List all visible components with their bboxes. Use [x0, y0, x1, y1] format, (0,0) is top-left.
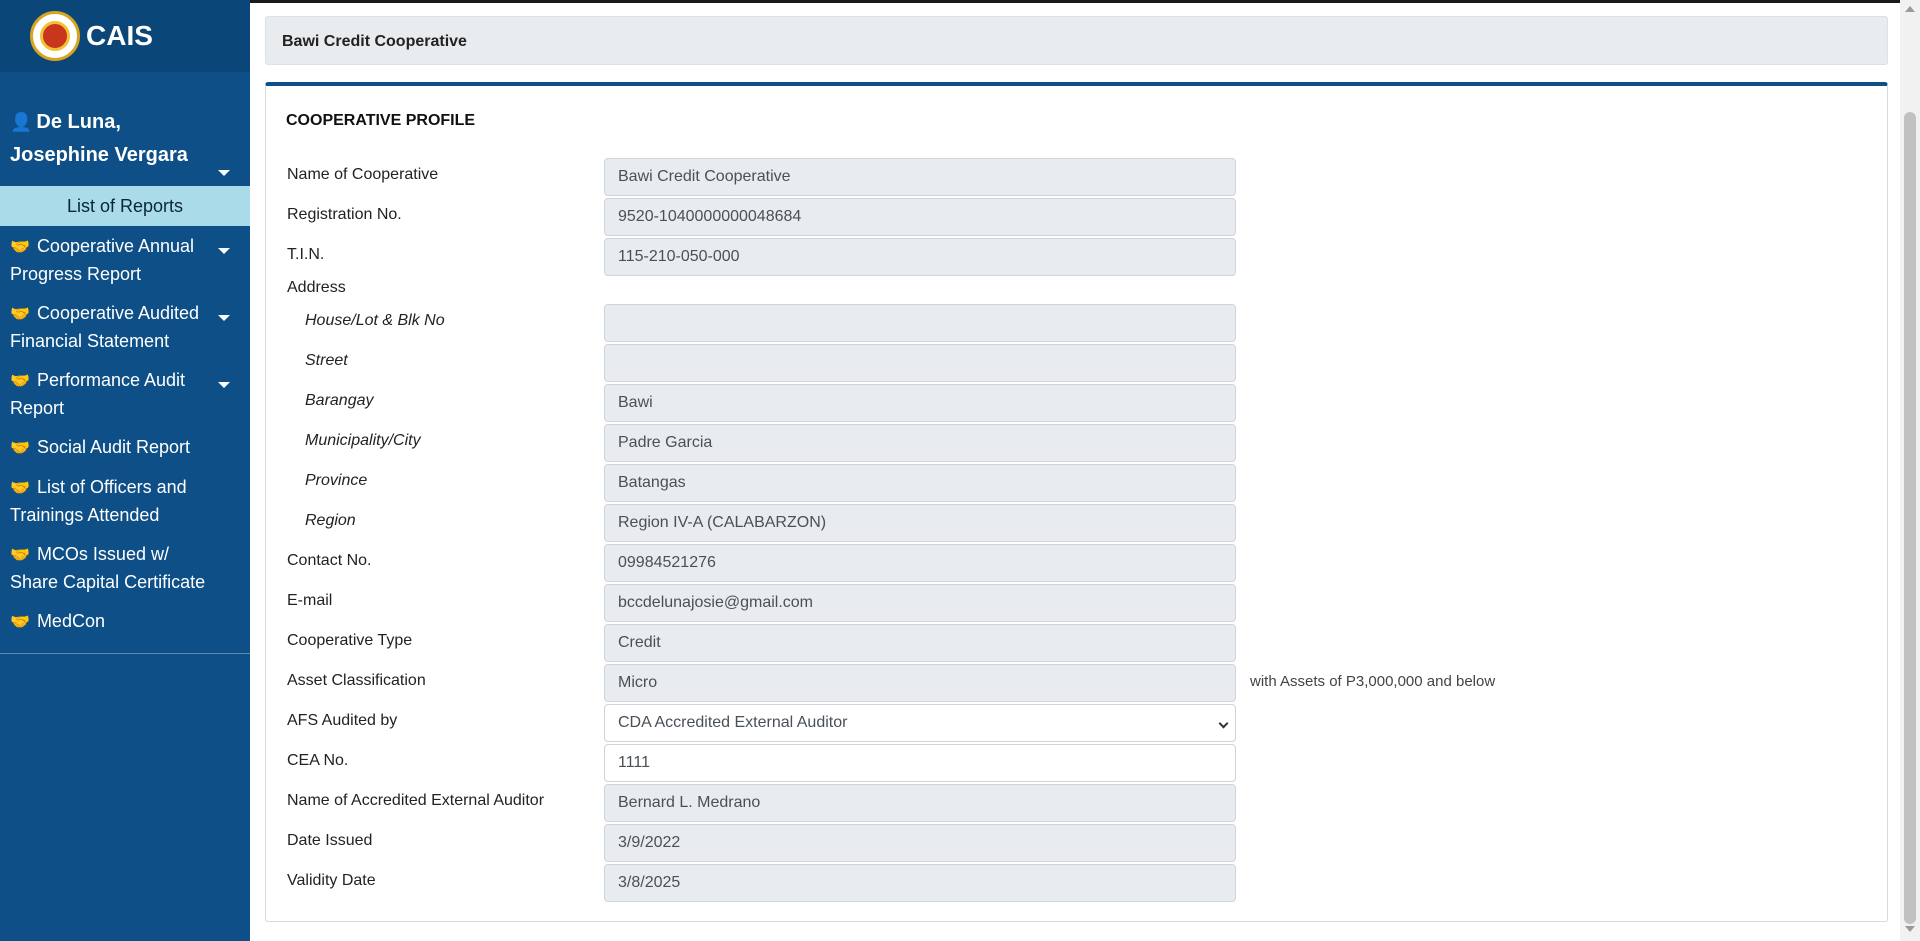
user-icon: 👤 — [10, 112, 33, 132]
sidebar-item-medcon[interactable]: 🤝 MedCon — [0, 601, 250, 641]
issued-row: Date Issued 3/9/2022 — [266, 824, 1666, 862]
barangay-field: Bawi — [604, 384, 1236, 422]
house-label: House/Lot & Blk No — [305, 312, 445, 329]
user-menu[interactable]: 👤 De Luna, Josephine Vergara — [0, 72, 250, 186]
cea-row: CEA No. 1111 — [266, 744, 1666, 782]
province-field: Batangas — [604, 464, 1236, 502]
handshake-icon: 🤝 — [10, 614, 30, 631]
chevron-down-icon — [1218, 718, 1229, 729]
chevron-down-icon[interactable] — [218, 170, 230, 176]
street-field — [604, 344, 1236, 382]
registration-no-field: 9520-1040000000048684 — [604, 198, 1236, 236]
asset-label: Asset Classification — [287, 672, 426, 689]
cooperative-name-field: Bawi Credit Cooperative — [604, 158, 1236, 196]
tin-label: T.I.N. — [287, 246, 325, 263]
afs-label: AFS Audited by — [287, 712, 398, 729]
handshake-icon: 🤝 — [10, 547, 30, 564]
sidebar-item-label: Social Audit Report — [36, 437, 191, 457]
province-row: Province Batangas — [266, 464, 1666, 502]
email-field: bccdelunajosie@gmail.com — [604, 584, 1236, 622]
municipality-city-field: Padre Garcia — [604, 424, 1236, 462]
date-issued-field: 3/9/2022 — [604, 824, 1236, 862]
chevron-down-icon[interactable] — [218, 382, 230, 388]
validity-row: Validity Date 3/8/2025 — [266, 864, 1666, 902]
email-label: E-mail — [287, 592, 333, 609]
sidebar-item-officers-trainings[interactable]: 🤝 List of Officers and Trainings Attende… — [0, 467, 250, 534]
cooperative-profile-card: COOPERATIVE PROFILE Name of Cooperative … — [265, 82, 1888, 922]
province-label: Province — [305, 472, 368, 489]
street-label: Street — [305, 352, 348, 369]
afs-row: AFS Audited by CDA Accredited External A… — [266, 704, 1666, 742]
name-label: Name of Cooperative — [287, 166, 439, 183]
sidebar-item-mcos-issued[interactable]: 🤝 MCOs Issued w/ Share Capital Certifica… — [0, 534, 250, 601]
house-row: House/Lot & Blk No — [266, 304, 1666, 342]
brand-header[interactable]: CAIS — [0, 0, 250, 72]
house-field — [604, 304, 1236, 342]
auditor-name-field: Bernard L. Medrano — [604, 784, 1236, 822]
handshake-icon: 🤝 — [10, 239, 30, 256]
sidebar-item-audited-financial-statement[interactable]: 🤝 Cooperative Audited Financial Statemen… — [0, 293, 250, 360]
sidebar-item-social-audit-report[interactable]: 🤝 Social Audit Report — [0, 427, 250, 467]
main-content: Bawi Credit Cooperative COOPERATIVE PROF… — [250, 0, 1900, 941]
scroll-down-arrow-icon[interactable] — [1905, 926, 1915, 932]
scroll-up-arrow-icon[interactable] — [1905, 6, 1915, 12]
type-label: Cooperative Type — [287, 632, 413, 649]
barangay-row: Barangay Bawi — [266, 384, 1666, 422]
handshake-icon: 🤝 — [10, 480, 30, 497]
address-label: Address — [287, 279, 346, 296]
email-row: E-mail bccdelunajosie@gmail.com — [266, 584, 1666, 622]
chevron-down-icon[interactable] — [218, 315, 230, 321]
issued-label: Date Issued — [287, 832, 373, 849]
contact-label: Contact No. — [287, 552, 372, 569]
registration-row: Registration No. 9520-1040000000048684 — [266, 198, 1666, 236]
sidebar-item-label: MCOs Issued w/ Share Capital Certificate — [10, 544, 206, 592]
cooperative-type-field: Credit — [604, 624, 1236, 662]
sidebar-item-annual-progress-report[interactable]: 🤝 Cooperative Annual Progress Report — [0, 226, 250, 293]
auditor-label: Name of Accredited External Auditor — [287, 792, 545, 809]
cea-no-input[interactable]: 1111 — [604, 744, 1236, 782]
auditor-row: Name of Accredited External Auditor Bern… — [266, 784, 1666, 822]
region-row: Region Region IV-A (CALABARZON) — [266, 504, 1666, 542]
afs-selected-value: CDA Accredited External Auditor — [618, 714, 848, 731]
cda-logo — [30, 11, 80, 61]
list-of-reports-heading: List of Reports — [0, 186, 250, 226]
sidebar-item-label: Cooperative Audited Financial Statement — [10, 303, 200, 351]
handshake-icon: 🤝 — [10, 440, 30, 457]
sidebar: CAIS 👤 De Luna, Josephine Vergara List of… — [0, 0, 250, 941]
city-label: Municipality/City — [305, 432, 421, 449]
section-title: COOPERATIVE PROFILE — [286, 112, 476, 129]
brand-title: CAIS — [86, 20, 153, 51]
sidebar-item-performance-audit-report[interactable]: 🤝 Performance Audit Report — [0, 360, 250, 427]
sidebar-item-label: Performance Audit Report — [10, 370, 186, 418]
asset-note: with Assets of P3,000,000 and below — [1250, 673, 1496, 690]
validity-label: Validity Date — [287, 872, 376, 889]
handshake-icon: 🤝 — [10, 306, 30, 323]
sidebar-item-label: Cooperative Annual Progress Report — [10, 236, 195, 284]
page-title: Bawi Credit Cooperative — [265, 16, 1888, 65]
handshake-icon: 🤝 — [10, 373, 30, 390]
vertical-scrollbar[interactable] — [1900, 0, 1920, 941]
cea-label: CEA No. — [287, 752, 349, 769]
street-row: Street — [266, 344, 1666, 382]
sidebar-item-label: List of Officers and Trainings Attended — [10, 477, 187, 525]
contact-row: Contact No. 09984521276 — [266, 544, 1666, 582]
region-field: Region IV-A (CALABARZON) — [604, 504, 1236, 542]
region-label: Region — [305, 512, 356, 529]
sidebar-item-label: MedCon — [36, 611, 105, 631]
contact-no-field: 09984521276 — [604, 544, 1236, 582]
city-row: Municipality/City Padre Garcia — [266, 424, 1666, 462]
type-row: Cooperative Type Credit — [266, 624, 1666, 662]
scrollbar-thumb[interactable] — [1904, 112, 1916, 924]
name-row: Name of Cooperative Bawi Credit Cooperat… — [266, 158, 1666, 196]
user-name: De Luna, Josephine Vergara — [10, 111, 188, 166]
asset-classification-field: Micro — [604, 664, 1236, 702]
validity-date-field: 3/8/2025 — [604, 864, 1236, 902]
reports-nav: 🤝 Cooperative Annual Progress Report 🤝 C… — [0, 226, 250, 654]
registration-label: Registration No. — [287, 206, 402, 223]
afs-audited-by-select[interactable]: CDA Accredited External Auditor — [604, 704, 1236, 742]
chevron-down-icon[interactable] — [218, 248, 230, 254]
asset-row: Asset Classification Micro with Assets o… — [266, 664, 1666, 702]
barangay-label: Barangay — [305, 392, 374, 409]
